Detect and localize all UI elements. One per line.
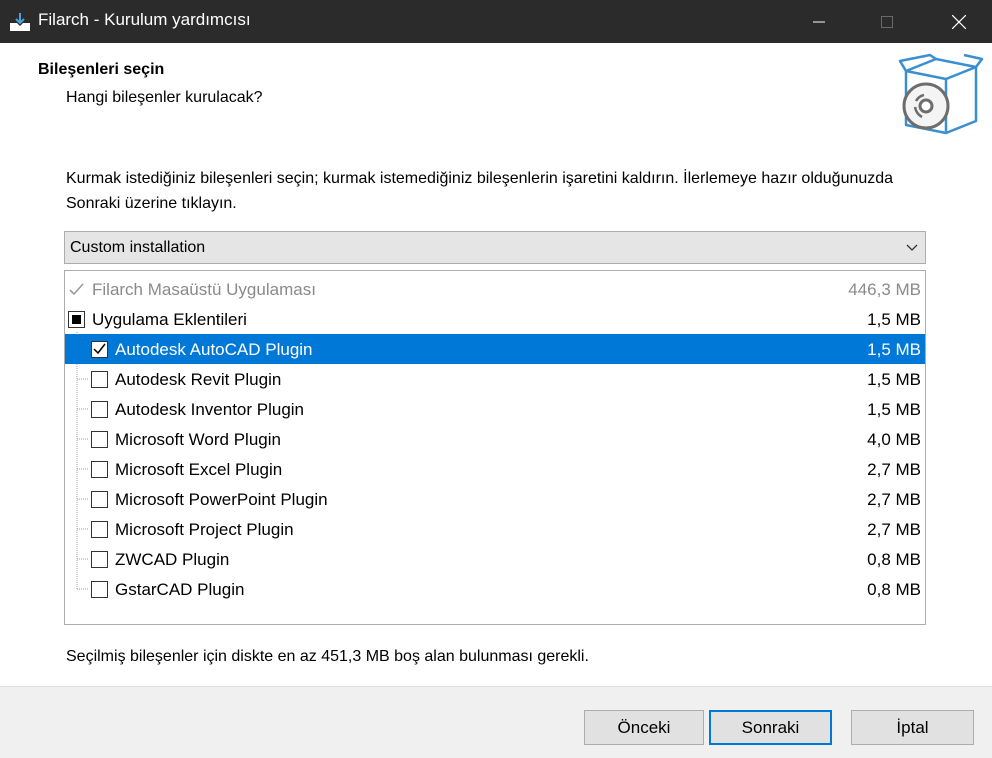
install-type-value: Custom installation	[70, 239, 206, 256]
check-icon	[93, 343, 106, 355]
page-title: Bileşenleri seçin	[38, 61, 165, 78]
component-size: 2,7 MB	[867, 520, 921, 539]
next-button[interactable]: Sonraki	[709, 710, 832, 745]
cancel-button[interactable]: İptal	[851, 710, 974, 745]
component-size: 1,5 MB	[867, 370, 921, 389]
component-size: 0,8 MB	[867, 550, 921, 569]
component-label: ZWCAD Plugin	[115, 550, 230, 569]
page-subtitle: Hangi bileşenler kurulacak?	[66, 89, 263, 106]
checkbox-unchecked-icon[interactable]	[91, 581, 108, 598]
component-label: GstarCAD Plugin	[115, 580, 245, 599]
component-label: Autodesk Inventor Plugin	[115, 400, 305, 419]
checkbox-unchecked-icon[interactable]	[91, 401, 108, 418]
component-size: 1,5 MB	[867, 340, 921, 359]
checkbox-unchecked-icon[interactable]	[91, 491, 108, 508]
component-row-revit[interactable]: Autodesk Revit Plugin 1,5 MB	[65, 364, 925, 394]
window-title: Filarch - Kurulum yardımcısı	[38, 10, 251, 29]
component-size: 0,8 MB	[867, 580, 921, 599]
close-button[interactable]	[928, 0, 990, 43]
back-button[interactable]: Önceki	[584, 710, 704, 745]
button-bar	[0, 687, 992, 758]
component-label: Autodesk Revit Plugin	[115, 370, 282, 389]
install-type-dropdown[interactable]: Custom installation	[64, 231, 926, 264]
component-size: 446,3 MB	[848, 280, 921, 299]
checkbox-checked-icon[interactable]	[91, 341, 108, 358]
install-box-icon	[898, 53, 984, 135]
instruction-text: Kurmak istediğiniz bileşenleri seçin; ku…	[66, 170, 894, 212]
checkbox-checked-disabled-icon	[69, 283, 84, 296]
component-tree[interactable]: Filarch Masaüstü Uygulaması 446,3 MB Uyg…	[64, 270, 926, 625]
checkbox-unchecked-icon[interactable]	[91, 551, 108, 568]
maximize-button	[856, 0, 918, 43]
component-row-excel[interactable]: Microsoft Excel Plugin 2,7 MB	[65, 454, 925, 484]
component-size: 1,5 MB	[867, 400, 921, 419]
maximize-icon	[881, 15, 893, 28]
component-label: Autodesk AutoCAD Plugin	[115, 340, 313, 359]
disk-space-note: Seçilmiş bileşenler için diskte en az 45…	[66, 648, 589, 665]
component-size: 4,0 MB	[867, 430, 921, 449]
checkbox-unchecked-icon[interactable]	[91, 371, 108, 388]
component-size: 2,7 MB	[867, 490, 921, 509]
component-row-plugins[interactable]: Uygulama Eklentileri 1,5 MB	[65, 304, 925, 334]
component-row-desktop-app[interactable]: Filarch Masaüstü Uygulaması 446,3 MB	[65, 274, 925, 304]
minimize-icon	[813, 21, 825, 22]
component-label: Microsoft PowerPoint Plugin	[115, 490, 328, 509]
component-row-autocad[interactable]: Autodesk AutoCAD Plugin 1,5 MB	[65, 334, 925, 364]
component-row-word[interactable]: Microsoft Word Plugin 4,0 MB	[65, 424, 925, 454]
checkbox-unchecked-icon[interactable]	[91, 431, 108, 448]
minimize-button[interactable]	[788, 0, 850, 43]
close-icon	[952, 14, 966, 29]
chevron-down-icon	[906, 244, 918, 251]
component-label: Uygulama Eklentileri	[92, 310, 247, 329]
component-row-powerpoint[interactable]: Microsoft PowerPoint Plugin 2,7 MB	[65, 484, 925, 514]
page-header: Bileşenleri seçin Hangi bileşenler kurul…	[0, 43, 992, 148]
component-row-gstarcad[interactable]: GstarCAD Plugin 0,8 MB	[65, 574, 925, 604]
component-label: Filarch Masaüstü Uygulaması	[92, 280, 316, 299]
app-icon	[10, 13, 30, 31]
component-label: Microsoft Word Plugin	[115, 430, 281, 449]
checkbox-unchecked-icon[interactable]	[91, 521, 108, 538]
component-row-project[interactable]: Microsoft Project Plugin 2,7 MB	[65, 514, 925, 544]
component-label: Microsoft Project Plugin	[115, 520, 294, 539]
component-size: 1,5 MB	[867, 310, 921, 329]
component-row-zwcad[interactable]: ZWCAD Plugin 0,8 MB	[65, 544, 925, 574]
component-size: 2,7 MB	[867, 460, 921, 479]
title-bar: Filarch - Kurulum yardımcısı	[0, 0, 992, 43]
checkbox-unchecked-icon[interactable]	[91, 461, 108, 478]
component-row-inventor[interactable]: Autodesk Inventor Plugin 1,5 MB	[65, 394, 925, 424]
component-label: Microsoft Excel Plugin	[115, 460, 283, 479]
checkbox-partial-icon[interactable]	[68, 311, 85, 328]
